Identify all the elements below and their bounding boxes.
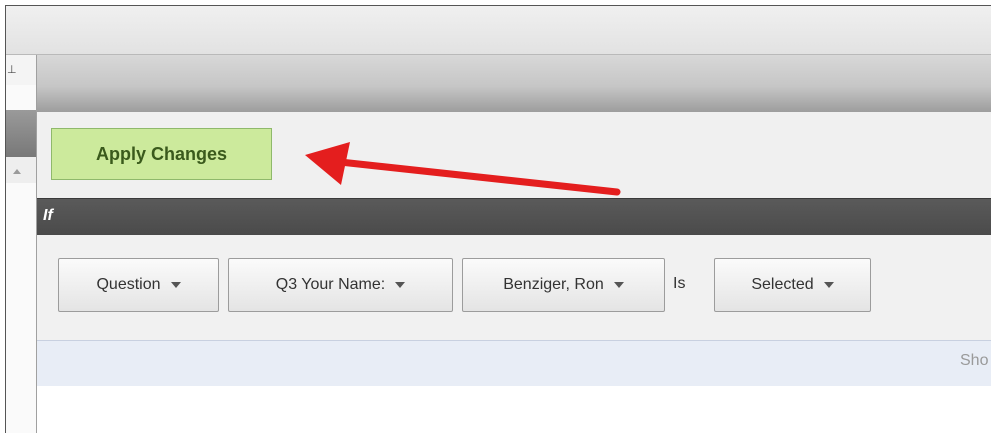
content-area bbox=[37, 386, 991, 433]
answer-select-dropdown[interactable]: Benziger, Ron bbox=[462, 258, 665, 312]
question-select-value: Q3 Your Name: bbox=[275, 276, 386, 293]
toolbar-band bbox=[37, 55, 991, 112]
chevron-down-icon bbox=[395, 282, 406, 288]
left-panel: ⊥ bbox=[6, 55, 37, 433]
question-type-value: Question bbox=[96, 276, 161, 293]
chevron-down-icon bbox=[170, 282, 181, 288]
apply-changes-button[interactable]: Apply Changes bbox=[51, 128, 272, 180]
operator-label: Is bbox=[673, 275, 686, 292]
if-header-bar: If bbox=[37, 198, 991, 236]
if-label: If bbox=[43, 207, 53, 224]
chevron-down-icon bbox=[823, 282, 834, 288]
info-band: Sho bbox=[37, 340, 991, 388]
chevron-down-icon bbox=[613, 282, 624, 288]
info-band-text: Sho bbox=[960, 352, 989, 369]
answer-select-value: Benziger, Ron bbox=[503, 276, 604, 293]
left-panel-toolbar bbox=[6, 110, 36, 157]
editor-panel: Apply Changes If Question Q3 Your Name: … bbox=[37, 55, 991, 433]
state-select-dropdown[interactable]: Selected bbox=[714, 258, 871, 312]
left-panel-glyph: ⊥ bbox=[7, 64, 17, 76]
left-panel-scrollbar[interactable] bbox=[6, 157, 36, 183]
condition-row: Question Q3 Your Name: Benziger, Ron Is … bbox=[37, 235, 991, 340]
question-select-dropdown[interactable]: Q3 Your Name: bbox=[228, 258, 453, 312]
app-window: ⊥ Apply Changes If Question Q3 Your Name… bbox=[5, 5, 991, 433]
scroll-up-icon[interactable] bbox=[13, 169, 21, 174]
window-top-bar bbox=[6, 6, 991, 55]
question-type-dropdown[interactable]: Question bbox=[58, 258, 219, 312]
state-select-value: Selected bbox=[751, 276, 814, 293]
apply-area: Apply Changes bbox=[37, 112, 991, 198]
left-panel-header: ⊥ bbox=[6, 55, 36, 85]
